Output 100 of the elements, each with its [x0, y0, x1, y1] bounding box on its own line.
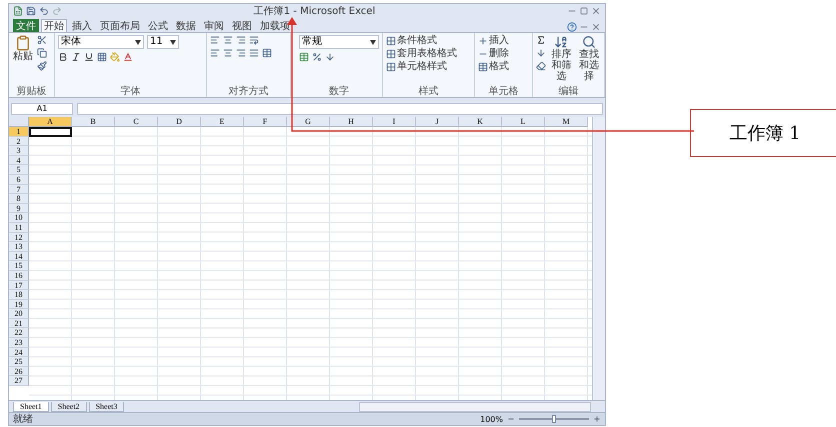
clear-icon[interactable] — [536, 61, 546, 71]
borders-icon[interactable] — [97, 52, 107, 62]
row-header[interactable]: 23 — [9, 338, 29, 348]
row-header[interactable]: 10 — [9, 213, 29, 223]
percent-icon[interactable] — [312, 52, 322, 62]
ribbon-tab[interactable]: 页面布局 — [97, 19, 143, 32]
row-header[interactable]: 9 — [9, 204, 29, 214]
row-header[interactable]: 15 — [9, 261, 29, 271]
column-header[interactable]: G — [287, 117, 330, 127]
ribbon-tab[interactable]: 开始 — [41, 19, 67, 32]
row-header[interactable]: 14 — [9, 252, 29, 262]
row-header[interactable]: 12 — [9, 232, 29, 242]
cut-icon[interactable] — [37, 35, 47, 45]
styles-button[interactable]: 套用表格格式 — [386, 48, 471, 60]
undo-icon[interactable] — [39, 6, 49, 16]
sheet-tab[interactable]: Sheet2 — [50, 402, 87, 412]
font-size-select[interactable]: 11 — [147, 35, 179, 49]
number-format-select[interactable]: 常规 — [299, 35, 379, 49]
column-header[interactable]: A — [29, 117, 72, 127]
vertical-scrollbar[interactable] — [592, 117, 605, 400]
column-header[interactable]: L — [502, 117, 545, 127]
column-header[interactable]: F — [244, 117, 287, 127]
row-header[interactable]: 8 — [9, 194, 29, 204]
column-header[interactable]: H — [330, 117, 373, 127]
close-icon[interactable] — [591, 6, 601, 16]
column-header[interactable]: B — [72, 117, 115, 127]
merge-icon[interactable] — [262, 48, 272, 58]
wrap-text-icon[interactable] — [249, 35, 259, 45]
align-right-icon[interactable] — [236, 48, 246, 58]
save-icon[interactable] — [26, 6, 36, 16]
ribbon-tab[interactable]: 视图 — [229, 19, 255, 32]
copy-icon[interactable] — [37, 48, 47, 58]
maximize-icon[interactable] — [580, 7, 588, 15]
help-icon[interactable] — [567, 22, 577, 32]
excel-icon[interactable] — [13, 6, 23, 16]
fill-color-icon[interactable] — [110, 52, 120, 62]
styles-button[interactable]: 单元格样式 — [386, 61, 471, 73]
column-header[interactable]: M — [545, 117, 588, 127]
row-header[interactable]: 21 — [9, 318, 29, 328]
row-header[interactable]: 7 — [9, 184, 29, 194]
formula-field[interactable] — [77, 102, 603, 114]
cells-button[interactable]: 插入 — [478, 35, 529, 47]
font-name-select[interactable]: 宋体 — [58, 35, 144, 49]
row-header[interactable]: 11 — [9, 222, 29, 233]
bold-icon[interactable] — [58, 52, 68, 62]
row-header[interactable]: 24 — [9, 348, 29, 358]
editing-button[interactable]: 查找和选择 — [576, 35, 601, 86]
row-header[interactable]: 22 — [9, 328, 29, 338]
horizontal-scrollbar[interactable] — [359, 402, 591, 412]
paste-button[interactable]: 粘贴 — [12, 35, 34, 86]
align-middle-icon[interactable] — [223, 35, 233, 45]
align-left-icon[interactable] — [210, 48, 220, 58]
ribbon-tab[interactable]: 数据 — [173, 19, 199, 32]
cells-button[interactable]: 删除 — [478, 48, 529, 60]
dropdown-caret-icon[interactable] — [370, 40, 376, 44]
ribbon-tab[interactable]: 加载项 — [257, 19, 293, 32]
name-box[interactable]: A1 — [11, 102, 73, 114]
ribbon-tab[interactable]: 文件 — [13, 19, 39, 32]
underline-icon[interactable] — [84, 52, 94, 62]
dropdown-caret-icon[interactable] — [170, 40, 176, 44]
font-color-icon[interactable] — [123, 52, 133, 62]
row-header[interactable]: 3 — [9, 146, 29, 156]
row-header[interactable]: 27 — [9, 376, 29, 386]
italic-icon[interactable] — [71, 52, 81, 62]
align-bottom-icon[interactable] — [236, 35, 246, 45]
editing-button[interactable]: 排序和筛选 — [549, 35, 574, 86]
row-header[interactable]: 5 — [9, 165, 29, 175]
align-top-icon[interactable] — [210, 35, 220, 45]
align-center-icon[interactable] — [223, 48, 233, 58]
column-header[interactable]: E — [201, 117, 244, 127]
row-header[interactable]: 19 — [9, 300, 29, 310]
row-header[interactable]: 4 — [9, 156, 29, 166]
row-header[interactable]: 18 — [9, 290, 29, 300]
sheet-tab[interactable]: Sheet1 — [13, 402, 49, 412]
row-header[interactable]: 26 — [9, 366, 29, 376]
column-header[interactable]: K — [459, 117, 502, 127]
row-header[interactable]: 6 — [9, 174, 29, 185]
format-painter-icon[interactable] — [37, 61, 47, 71]
styles-button[interactable]: 条件格式 — [386, 35, 471, 47]
row-header[interactable]: 13 — [9, 242, 29, 252]
sheet-tab[interactable]: Sheet3 — [88, 402, 124, 412]
ribbon-tab[interactable]: 审阅 — [201, 19, 227, 32]
cells-button[interactable]: 格式 — [478, 61, 529, 73]
currency-icon[interactable] — [299, 52, 309, 62]
row-header[interactable]: 25 — [9, 357, 29, 367]
row-header[interactable]: 17 — [9, 280, 29, 290]
close-icon[interactable] — [591, 22, 601, 32]
sum-icon[interactable] — [536, 35, 546, 45]
dropdown-caret-icon[interactable] — [135, 40, 141, 44]
active-cell[interactable] — [29, 127, 72, 137]
cell-grid[interactable] — [29, 127, 592, 400]
column-header[interactable]: D — [158, 117, 201, 127]
zoom-in-icon[interactable] — [593, 415, 601, 423]
fill-icon[interactable] — [536, 48, 546, 58]
ribbon-tab[interactable]: 插入 — [69, 19, 95, 32]
row-header[interactable]: 16 — [9, 270, 29, 280]
ribbon-tab[interactable]: 公式 — [145, 19, 171, 32]
row-header[interactable]: 20 — [9, 309, 29, 319]
row-header[interactable]: 2 — [9, 136, 29, 146]
column-header[interactable]: C — [115, 117, 158, 127]
